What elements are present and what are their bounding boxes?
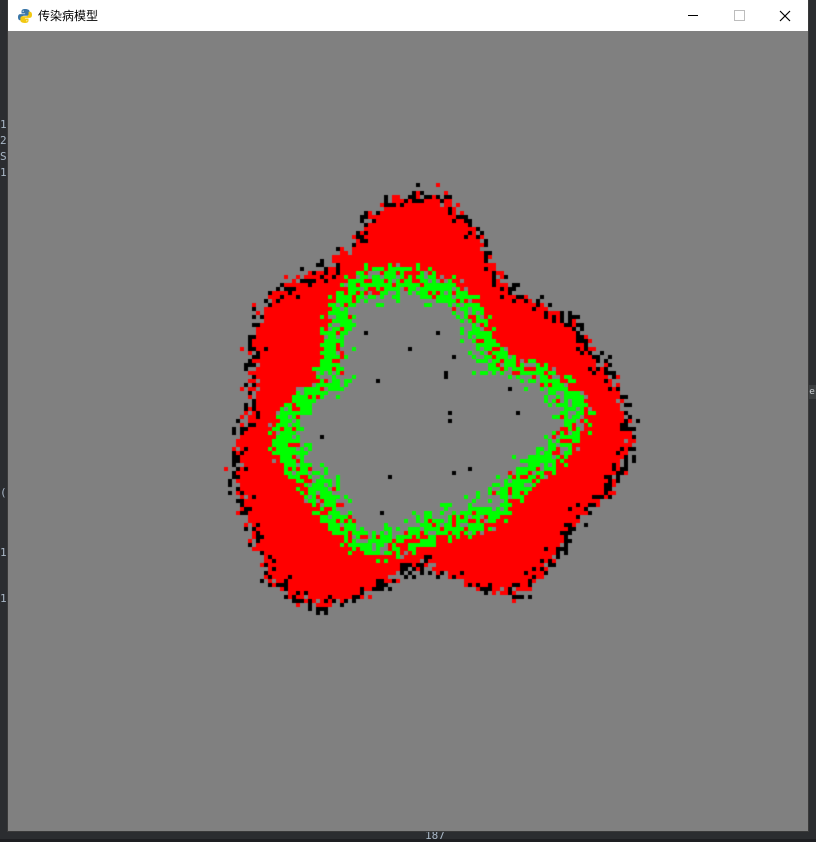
close-button[interactable] bbox=[762, 0, 808, 31]
title-bar[interactable]: 传染病模型 bbox=[8, 0, 808, 31]
editor-fragment: 1 bbox=[0, 118, 7, 131]
editor-fragment: 1 bbox=[0, 546, 7, 559]
maximize-icon bbox=[733, 10, 745, 21]
minimize-button[interactable] bbox=[670, 0, 716, 31]
python-snake-icon bbox=[17, 8, 33, 24]
editor-side-tab[interactable]: e bbox=[808, 385, 816, 399]
editor-fragment: ( bbox=[0, 486, 7, 499]
simulation-canvas bbox=[8, 31, 808, 831]
editor-fragment: S bbox=[0, 150, 7, 163]
pygame-window: 传染病模型 bbox=[8, 0, 808, 831]
editor-fragment: 1 bbox=[0, 166, 7, 179]
window-controls bbox=[670, 0, 808, 31]
minimize-icon bbox=[688, 15, 698, 16]
editor-fragment: 1 bbox=[0, 592, 7, 605]
close-icon bbox=[779, 10, 791, 21]
editor-fragment: 2 bbox=[0, 134, 7, 147]
maximize-button[interactable] bbox=[716, 0, 762, 31]
window-title: 传染病模型 bbox=[38, 9, 99, 23]
